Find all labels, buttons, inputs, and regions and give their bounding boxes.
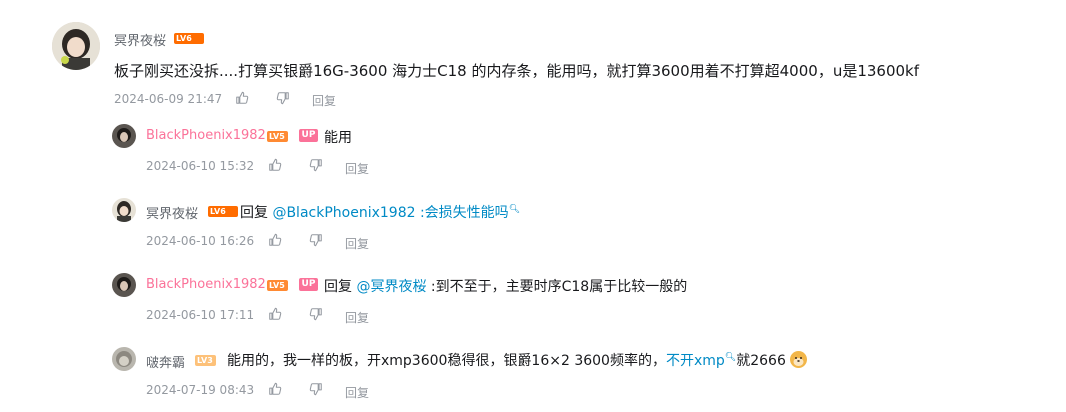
mention-link[interactable]: @冥界夜桜 — [356, 279, 426, 295]
search-icon[interactable]: 🔍︎ — [725, 352, 736, 362]
mention-link[interactable]: @BlackPhoenix1982 — [272, 205, 415, 221]
up-badge: UP — [299, 278, 318, 291]
reply-text: 能用的，我一样的板，开xmp3600稳得很，银爵16×2 3600频率的， — [227, 353, 666, 369]
level-badge: LV6 — [174, 33, 204, 44]
thumbs-down-icon[interactable] — [309, 158, 323, 172]
up-badge: UP — [299, 129, 318, 142]
thumbs-down-icon[interactable] — [276, 91, 290, 105]
reply-text-after: 就2666 — [736, 353, 786, 369]
thumbs-up-icon[interactable] — [235, 91, 249, 105]
thumbs-down-icon[interactable] — [309, 233, 323, 247]
reply-prefix: 回复 — [240, 205, 268, 221]
username[interactable]: BlackPhoenix1982 — [146, 128, 266, 143]
username[interactable]: 啵奔霸 — [146, 352, 185, 371]
level-badge: LV5 — [267, 131, 288, 142]
thumbs-up-icon[interactable] — [268, 158, 282, 172]
reply-prefix: 回复 — [324, 279, 352, 295]
username[interactable]: 冥界夜桜 — [146, 203, 198, 222]
level-badge: LV5 — [267, 280, 288, 291]
comment-time: 2024-06-09 21:47 — [114, 92, 223, 106]
username[interactable]: 冥界夜桜 — [114, 30, 166, 49]
thumbs-down-icon[interactable] — [309, 307, 323, 321]
keyword-link[interactable]: 不开xmp — [666, 353, 725, 369]
reply-text-line: 回复 @BlackPhoenix1982 :会损失性能吗🔍︎ — [240, 202, 520, 222]
avatar[interactable] — [112, 347, 136, 371]
reply-time: 2024-06-10 16:26 — [146, 234, 255, 248]
username[interactable]: BlackPhoenix1982 — [146, 277, 266, 292]
thumbs-up-icon[interactable] — [268, 233, 282, 247]
doge-emoji-icon — [790, 351, 808, 368]
thumbs-down-icon[interactable] — [309, 382, 323, 396]
reply-text: 能用 — [324, 130, 352, 146]
reply-text: :到不至于，主要时序C18属于比较一般的 — [426, 279, 688, 295]
reply-button[interactable]: 回复 — [345, 235, 369, 252]
thumbs-up-icon[interactable] — [268, 382, 282, 396]
comment-text: 板子刚买还没拆....打算买银爵16G-3600 海力士C18 的内存条，能用吗… — [114, 62, 920, 80]
avatar[interactable] — [112, 273, 136, 297]
avatar[interactable] — [52, 22, 100, 70]
reply-button[interactable]: 回复 — [345, 309, 369, 326]
avatar[interactable] — [112, 124, 136, 148]
avatar[interactable] — [112, 198, 136, 222]
reply-text-line: 回复 @冥界夜桜 :到不至于，主要时序C18属于比较一般的 — [324, 276, 687, 296]
reply-button[interactable]: 回复 — [345, 160, 369, 177]
thumbs-up-icon[interactable] — [268, 307, 282, 321]
reply-time: 2024-06-10 17:11 — [146, 308, 255, 322]
level-badge: LV3 — [195, 355, 216, 366]
reply-text: :会损失性能吗 — [415, 205, 509, 221]
reply-time: 2024-06-10 15:32 — [146, 159, 255, 173]
level-badge: LV6 — [208, 206, 238, 217]
reply-button[interactable]: 回复 — [345, 384, 369, 401]
reply-text-line: 能用的，我一样的板，开xmp3600稳得很，银爵16×2 3600频率的，不开x… — [227, 350, 808, 370]
reply-button[interactable]: 回复 — [312, 92, 336, 109]
search-icon[interactable]: 🔍︎ — [509, 204, 520, 214]
reply-time: 2024-07-19 08:43 — [146, 383, 255, 397]
